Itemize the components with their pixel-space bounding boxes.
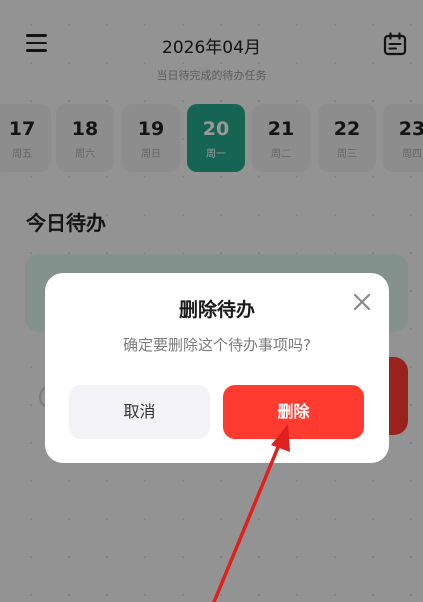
dialog-message: 确定要删除这个待办事项吗? (123, 336, 311, 354)
close-icon[interactable] (351, 291, 373, 313)
dialog-title: 删除待办 (178, 299, 255, 321)
cancel-button[interactable]: 取消 (69, 385, 210, 439)
delete-dialog: 删除待办 确定要删除这个待办事项吗? 取消 删除 (45, 273, 389, 463)
delete-button[interactable]: 删除 (223, 385, 364, 439)
